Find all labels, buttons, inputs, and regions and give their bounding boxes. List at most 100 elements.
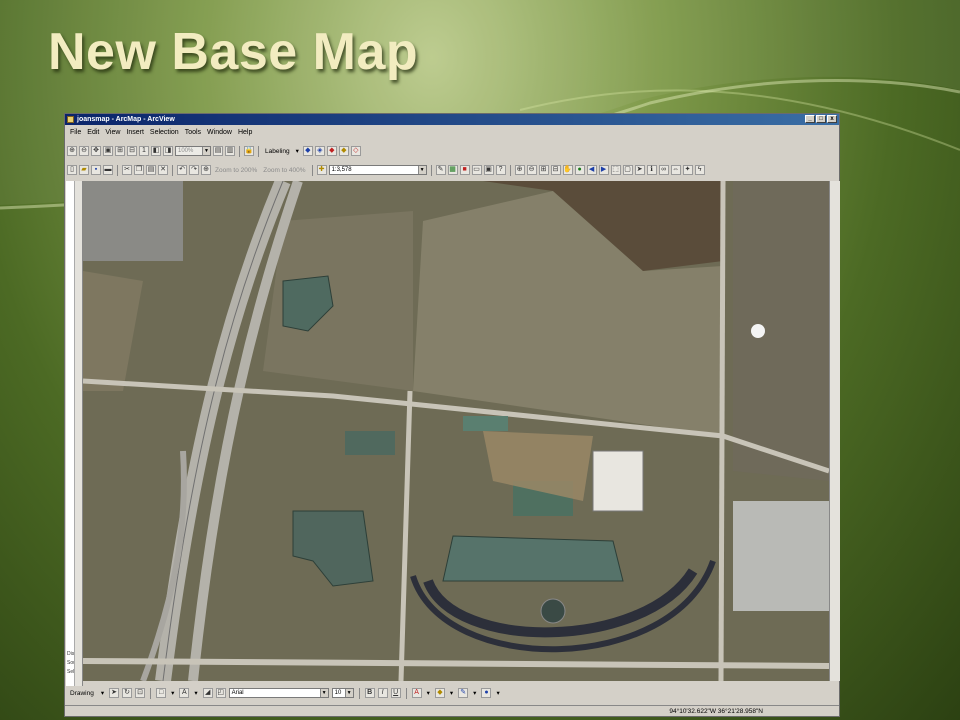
menu-help[interactable]: Help (238, 127, 252, 139)
fixed-zoom-out-map-icon[interactable]: ⊟ (550, 165, 561, 175)
chevron-down-icon[interactable]: ▾ (99, 689, 106, 697)
table-of-contents-panel[interactable]: Disp Sour Selec (66, 181, 83, 686)
zoom-in-layout-icon[interactable]: ⊕ (67, 146, 77, 156)
find-binoculars-icon[interactable]: ∞ (658, 165, 669, 175)
previous-extent-icon[interactable]: ◧ (151, 146, 161, 156)
fill-color-icon[interactable]: ◆ (434, 688, 445, 698)
underline-button[interactable]: U (390, 688, 401, 698)
zoom-out-layout-icon[interactable]: ⊖ (79, 146, 89, 156)
python-window-icon[interactable]: ▣ (483, 165, 494, 175)
marker-color-icon[interactable]: ● (481, 688, 492, 698)
menu-insert[interactable]: Insert (126, 127, 144, 139)
bold-button[interactable]: B (364, 688, 375, 698)
layout-zoom-combo[interactable]: 100% ▼ (175, 146, 211, 156)
lock-icon[interactable]: 🔒 (244, 146, 254, 156)
zoom-out-icon[interactable]: ⊖ (526, 165, 537, 175)
add-data-icon[interactable]: ✚ (316, 165, 327, 175)
pan-layout-icon[interactable]: ✥ (91, 146, 101, 156)
drawing-menu[interactable]: Drawing (68, 690, 96, 697)
cut-icon[interactable]: ✂ (122, 165, 132, 175)
rectangle-icon[interactable]: □ (156, 688, 167, 698)
window-titlebar[interactable]: joansmap - ArcMap - ArcView _ □ x (65, 114, 839, 125)
map-scale-combo[interactable]: 1:3,578 ▼ (328, 165, 427, 175)
maximize-button[interactable]: □ (816, 115, 826, 123)
forward-arrow-icon[interactable]: ▶ (598, 165, 609, 175)
lock-labels-icon[interactable]: ◆ (338, 146, 349, 156)
print-icon[interactable]: ▬ (103, 165, 113, 175)
rotate-icon[interactable]: ↻ (122, 688, 133, 698)
text-tool-icon[interactable]: A (179, 688, 190, 698)
chevron-down-icon[interactable]: ▾ (471, 689, 478, 697)
clear-selection-icon[interactable]: ▢ (622, 165, 633, 175)
font-size-combo[interactable]: 10 ▼ (331, 688, 354, 698)
paste-icon[interactable]: ▤ (146, 165, 156, 175)
toolbar-separator (258, 145, 259, 157)
view-unplaced-labels-icon[interactable]: ◇ (350, 146, 361, 156)
chevron-down-icon[interactable]: ▾ (448, 689, 455, 697)
menu-edit[interactable]: Edit (87, 127, 99, 139)
toc-scrollbar[interactable] (74, 181, 82, 686)
edit-vertices-icon[interactable]: ◢ (202, 688, 213, 698)
save-icon[interactable]: ▪ (91, 165, 101, 175)
chevron-down-icon[interactable]: ▾ (494, 689, 501, 697)
open-folder-icon[interactable]: ▰ (79, 165, 89, 175)
chevron-down-icon[interactable]: ▾ (425, 689, 432, 697)
toggle-draft-mode-icon[interactable]: ▤ (213, 146, 223, 156)
zoom-to-400-button[interactable]: Zoom to 400% (261, 167, 307, 174)
command-line-icon[interactable]: ▭ (471, 165, 482, 175)
close-button[interactable]: x (827, 115, 837, 123)
zoom-to-200-button[interactable]: Zoom to 200% (213, 167, 259, 174)
hyperlink-icon[interactable]: ϟ (694, 165, 705, 175)
menu-file[interactable]: File (70, 127, 81, 139)
zoom-to-200-icon[interactable]: ⊕ (201, 165, 211, 175)
table-of-contents-icon[interactable]: ▦ (447, 165, 458, 175)
menu-tools[interactable]: Tools (185, 127, 201, 139)
toolbar-separator (509, 164, 511, 176)
menu-view[interactable]: View (105, 127, 120, 139)
next-extent-icon[interactable]: ◨ (163, 146, 173, 156)
fixed-zoom-out-icon[interactable]: ⊟ (127, 146, 137, 156)
label-weights-icon[interactable]: ◆ (326, 146, 337, 156)
zoom-100-icon[interactable]: 1 (139, 146, 149, 156)
callout-icon[interactable]: ◰ (215, 688, 226, 698)
fixed-zoom-in-map-icon[interactable]: ⊞ (538, 165, 549, 175)
chevron-down-icon[interactable]: ▾ (169, 689, 176, 697)
line-color-icon[interactable]: ✎ (458, 688, 469, 698)
chevron-down-icon[interactable]: ▾ (192, 689, 199, 697)
label-manager-icon[interactable]: ◆ (302, 146, 313, 156)
zoom-whole-page-icon[interactable]: ▣ (103, 146, 113, 156)
editor-toolbar-icon[interactable]: ✎ (435, 165, 446, 175)
identify-icon[interactable]: ℹ (646, 165, 657, 175)
zoom-in-icon[interactable]: ⊕ (514, 165, 525, 175)
select-arrow-icon[interactable]: ➤ (109, 688, 120, 698)
delete-icon[interactable]: ✕ (158, 165, 168, 175)
select-elements-arrow-icon[interactable]: ➤ (634, 165, 645, 175)
whats-this-icon[interactable]: ? (495, 165, 506, 175)
focus-data-frame-icon[interactable]: ▥ (225, 146, 235, 156)
map-display[interactable] (83, 181, 829, 681)
fixed-zoom-in-icon[interactable]: ⊞ (115, 146, 125, 156)
menu-window[interactable]: Window (207, 127, 232, 139)
back-arrow-icon[interactable]: ◀ (586, 165, 597, 175)
select-features-icon[interactable]: ⬚ (610, 165, 621, 175)
labeling-menu[interactable]: Labeling (263, 148, 292, 155)
pan-hand-icon[interactable]: ✋ (562, 165, 573, 175)
italic-button[interactable]: I (377, 688, 388, 698)
menu-selection[interactable]: Selection (150, 127, 179, 139)
undo-icon[interactable]: ↶ (177, 165, 187, 175)
zoom-to-selected-icon[interactable]: ⊡ (135, 688, 146, 698)
map-scale-value: 1:3,578 (331, 167, 352, 173)
label-priority-icon[interactable]: ◈ (314, 146, 325, 156)
copy-icon[interactable]: ❐ (134, 165, 144, 175)
minimize-button[interactable]: _ (805, 115, 815, 123)
font-name-combo[interactable]: Arial ▼ (228, 688, 329, 698)
font-color-icon[interactable]: A (411, 688, 422, 698)
measure-icon[interactable]: ⇔ (670, 165, 681, 175)
redo-icon[interactable]: ↷ (189, 165, 199, 175)
go-to-xy-icon[interactable]: ✦ (682, 165, 693, 175)
new-document-icon[interactable]: ▯ (67, 165, 77, 175)
map-vertical-scrollbar[interactable] (829, 181, 840, 681)
chevron-down-icon[interactable]: ▾ (294, 147, 301, 155)
arctoolbox-icon[interactable]: ■ (459, 165, 470, 175)
full-extent-globe-icon[interactable]: ● (574, 165, 585, 175)
